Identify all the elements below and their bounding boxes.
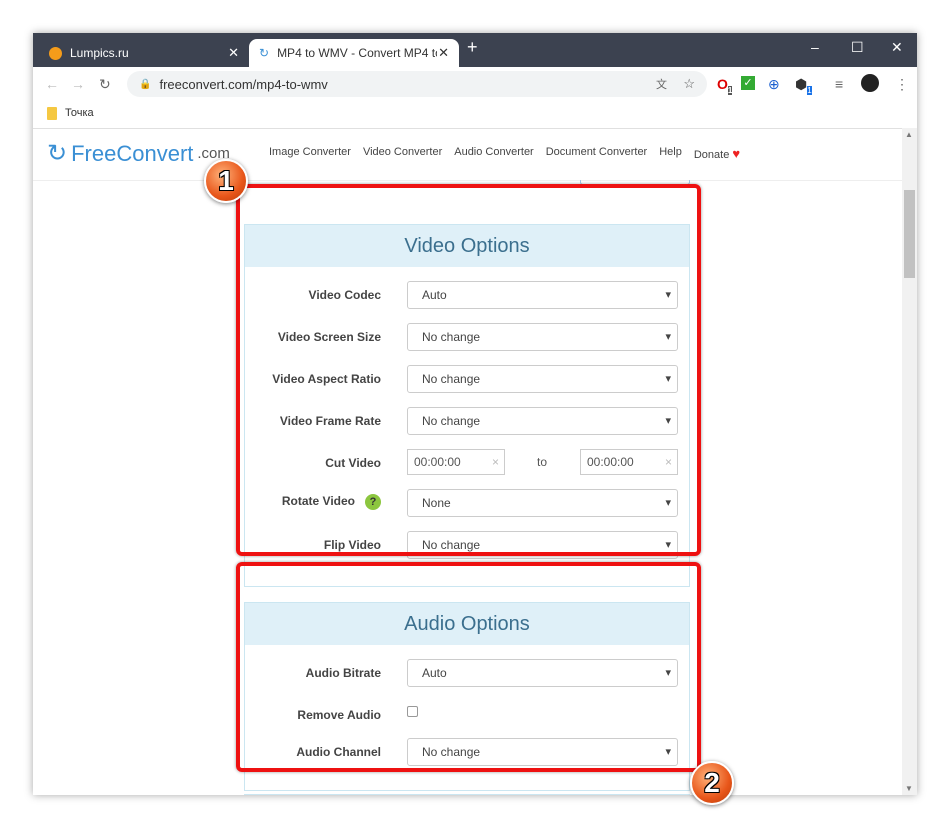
bookmark-item[interactable]: Точка: [65, 107, 94, 119]
nav-video-converter[interactable]: Video Converter: [363, 146, 442, 161]
bookmarks-bar: Точка: [33, 101, 917, 125]
scrollbar[interactable]: ▲ ▼: [902, 128, 917, 795]
media-icon[interactable]: ≡: [835, 76, 843, 92]
close-tab-icon[interactable]: ✕: [438, 45, 449, 61]
orange-icon: [49, 46, 62, 60]
minimize-button[interactable]: –: [811, 39, 819, 55]
cube-extension-icon[interactable]: ⬢1: [795, 76, 812, 95]
folder-icon: [47, 106, 57, 120]
logo[interactable]: ↻ FreeConvert .com: [47, 139, 230, 168]
maximize-button[interactable]: ☐: [851, 39, 864, 56]
forward-icon[interactable]: →: [71, 76, 85, 92]
nav-document-converter[interactable]: Document Converter: [546, 146, 648, 161]
highlight-audio-options: [236, 562, 701, 772]
refresh-logo-icon: ↻: [47, 140, 68, 167]
star-icon[interactable]: ☆: [683, 76, 695, 92]
scroll-up-icon[interactable]: ▲: [905, 130, 913, 139]
site-nav: Image Converter Video Converter Audio Co…: [269, 146, 740, 161]
avatar[interactable]: [861, 74, 879, 92]
lock-icon: 🔒: [139, 78, 152, 90]
nav-image-converter[interactable]: Image Converter: [269, 146, 351, 161]
address-bar[interactable]: 🔒 freeconvert.com/mp4-to-wmv ⽂ ☆: [127, 71, 707, 97]
back-icon[interactable]: ←: [45, 76, 59, 92]
tab-freeconvert[interactable]: ↻ MP4 to WMV - Convert MP4 to W ✕: [249, 39, 459, 67]
highlight-video-options: [236, 184, 701, 556]
tab-bar: Lumpics.ru ✕ ↻ MP4 to WMV - Convert MP4 …: [33, 33, 917, 67]
annotation-badge-2: 2: [690, 761, 734, 805]
toolbar: ← → ↻ 🔒 freeconvert.com/mp4-to-wmv ⽂ ☆ O…: [33, 67, 917, 101]
new-tab-button[interactable]: +: [467, 37, 478, 58]
globe-extension-icon[interactable]: ⊕: [768, 76, 780, 93]
site-header: ↻ FreeConvert .com Image Converter Video …: [33, 129, 902, 181]
nav-donate[interactable]: Donate ♥: [694, 146, 740, 161]
menu-icon[interactable]: ⋮: [895, 76, 909, 93]
scroll-down-icon[interactable]: ▼: [905, 784, 913, 793]
scrollbar-thumb[interactable]: [904, 190, 915, 278]
check-extension-icon[interactable]: ✓: [741, 76, 755, 90]
loading-icon: ↻: [259, 46, 270, 60]
translate-icon[interactable]: ⽂: [656, 76, 667, 92]
tab-lumpics[interactable]: Lumpics.ru ✕: [39, 39, 249, 67]
reload-icon[interactable]: ↻: [99, 76, 111, 93]
close-tab-icon[interactable]: ✕: [228, 45, 239, 61]
heart-icon: ♥: [732, 146, 741, 161]
nav-help[interactable]: Help: [659, 146, 682, 161]
next-panel-edge: [244, 794, 690, 795]
annotation-badge-1: 1: [204, 159, 248, 203]
nav-audio-converter[interactable]: Audio Converter: [454, 146, 534, 161]
opera-extension-icon[interactable]: O1: [717, 76, 733, 95]
close-window-button[interactable]: ✕: [891, 39, 903, 56]
